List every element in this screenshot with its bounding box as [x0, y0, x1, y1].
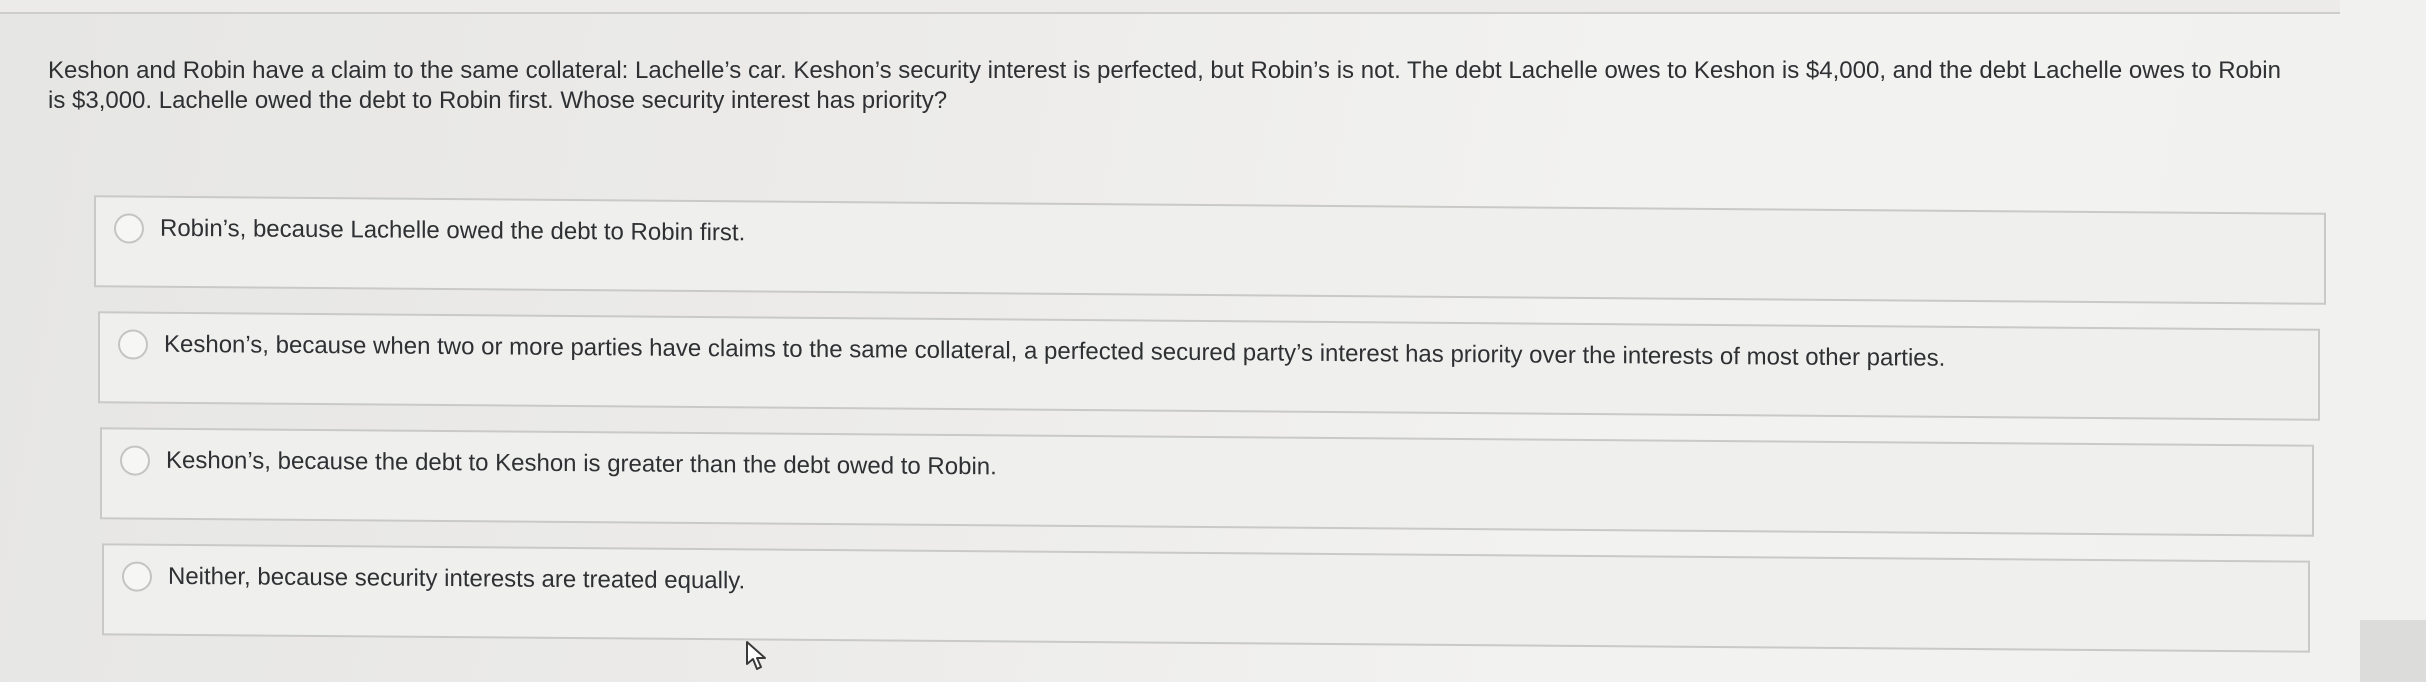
answer-option-label: Robin’s, because Lachelle owed the debt … [160, 214, 746, 247]
answer-option-4[interactable]: Neither, because security interests are … [102, 543, 2310, 653]
answer-option-label: Keshon’s, because when two or more parti… [164, 330, 1946, 372]
scrollbar-corner [2360, 620, 2426, 682]
mouse-pointer-icon [746, 641, 766, 670]
radio-button-3[interactable] [120, 445, 150, 476]
radio-button-1[interactable] [114, 213, 144, 244]
answer-option-1[interactable]: Robin’s, because Lachelle owed the debt … [94, 195, 2326, 305]
question-text: Keshon and Robin have a claim to the sam… [48, 57, 2281, 114]
top-divider [0, 0, 2340, 14]
answer-option-2[interactable]: Keshon’s, because when two or more parti… [98, 311, 2320, 421]
radio-button-4[interactable] [122, 561, 152, 592]
radio-button-2[interactable] [118, 329, 148, 360]
answer-option-label: Neither, because security interests are … [168, 562, 746, 595]
answer-option-3[interactable]: Keshon’s, because the debt to Keshon is … [100, 427, 2314, 537]
answer-option-label: Keshon’s, because the debt to Keshon is … [166, 446, 997, 481]
